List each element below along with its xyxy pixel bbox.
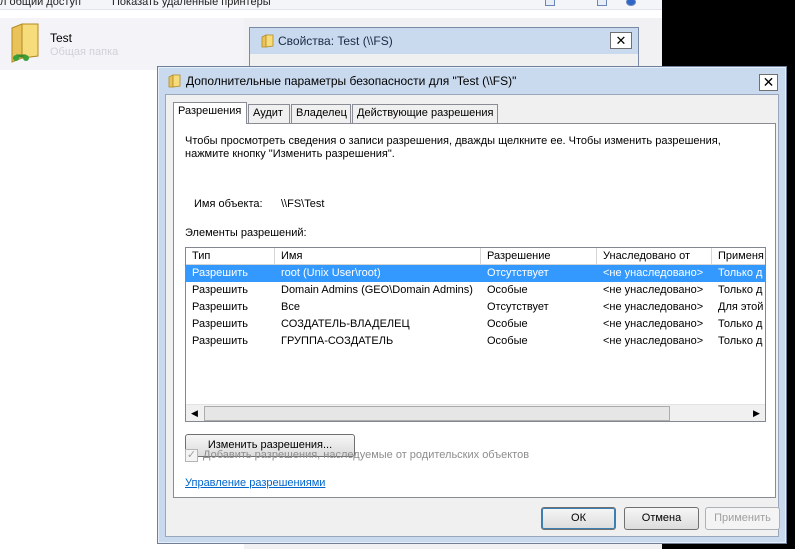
cell-apply-to: Только д — [718, 318, 763, 330]
advanced-security-dialog: Дополнительные параметры безопасности дл… — [157, 66, 787, 544]
horizontal-scrollbar[interactable]: ◀ ▶ — [186, 404, 765, 421]
cell-type: Разрешить — [192, 284, 248, 296]
view-icon[interactable] — [545, 0, 555, 6]
table-row[interactable]: Разрешить Domain Admins (GEO\Domain Admi… — [186, 282, 765, 299]
cell-type: Разрешить — [192, 301, 248, 313]
explorer-toolbar: л общий доступ Показать удаленные принте… — [0, 0, 662, 10]
cell-permission: Особые — [487, 335, 528, 347]
table-row[interactable]: Разрешить Все Отсутствует <не унаследова… — [186, 299, 765, 316]
inherit-permissions-checkbox[interactable]: ✓ — [185, 449, 198, 462]
object-name-label: Имя объекта: — [194, 198, 263, 210]
dialog-close-button[interactable]: ✕ — [759, 74, 778, 91]
cell-name: root (Unix User\root) — [281, 267, 381, 279]
description-text: Чтобы просмотреть сведения о записи разр… — [185, 135, 721, 160]
cell-name: СОЗДАТЕЛЬ-ВЛАДЕЛЕЦ — [281, 318, 410, 330]
cell-permission: Отсутствует — [487, 267, 549, 279]
properties-body — [250, 54, 638, 66]
shared-folder-icon — [11, 23, 39, 63]
table-row[interactable]: Разрешить ГРУППА-СОЗДАТЕЛЬ Особые <не ун… — [186, 333, 765, 350]
share-item-name: Test — [50, 31, 73, 45]
list-header: Тип Имя Разрешение Унаследовано от Приме… — [186, 248, 765, 265]
ok-button[interactable]: ОК — [541, 507, 616, 530]
permission-entries-list[interactable]: Тип Имя Разрешение Унаследовано от Приме… — [185, 247, 766, 422]
cell-permission: Отсутствует — [487, 301, 549, 313]
permissions-panel: Чтобы просмотреть сведения о записи разр… — [173, 123, 776, 498]
dialog-body: Разрешения Аудит Владелец Действующие ра… — [165, 94, 780, 537]
properties-close-button[interactable]: ✕ — [610, 32, 632, 49]
cell-type: Разрешить — [192, 335, 248, 347]
cell-permission: Особые — [487, 318, 528, 330]
permission-entries-label: Элементы разрешений: — [185, 227, 307, 239]
dialog-title: Дополнительные параметры безопасности дл… — [186, 74, 517, 88]
preview-pane-icon[interactable] — [597, 0, 607, 6]
apply-button[interactable]: Применить — [705, 507, 780, 530]
toolbar-sharing-link[interactable]: л общий доступ — [0, 0, 81, 8]
help-icon[interactable] — [626, 0, 636, 6]
cell-name: Все — [281, 301, 300, 313]
cell-inherited: <не унаследовано> — [603, 335, 704, 347]
scroll-right-arrow-icon[interactable]: ▶ — [748, 405, 765, 421]
cell-apply-to: Только д — [718, 267, 763, 279]
cell-inherited: <не унаследовано> — [603, 267, 704, 279]
column-header-apply-to[interactable]: Применя — [712, 248, 765, 265]
cell-permission: Особые — [487, 284, 528, 296]
properties-title: Свойства: Test (\\FS) — [278, 34, 393, 48]
cell-inherited: <не унаследовано> — [603, 284, 704, 296]
scroll-left-arrow-icon[interactable]: ◀ — [186, 405, 203, 421]
share-item-subtitle: Общая папка — [50, 46, 119, 58]
table-row[interactable]: Разрешить root (Unix User\root) Отсутств… — [186, 265, 765, 282]
cell-name: ГРУППА-СОЗДАТЕЛЬ — [281, 335, 394, 347]
column-header-inherited[interactable]: Унаследовано от — [597, 248, 712, 265]
tab-permissions[interactable]: Разрешения — [173, 102, 247, 124]
tab-audit[interactable]: Аудит — [248, 104, 290, 123]
folder-icon — [261, 34, 274, 48]
folder-icon — [168, 74, 181, 88]
table-row[interactable]: Разрешить СОЗДАТЕЛЬ-ВЛАДЕЛЕЦ Особые <не … — [186, 316, 765, 333]
properties-window: Свойства: Test (\\FS) ✕ — [249, 27, 639, 67]
cell-apply-to: Для этой — [718, 301, 764, 313]
cell-inherited: <не унаследовано> — [603, 301, 704, 313]
scrollbar-thumb[interactable] — [204, 406, 670, 421]
object-name-value: \\FS\Test — [281, 198, 325, 210]
column-header-type[interactable]: Тип — [186, 248, 275, 265]
cell-type: Разрешить — [192, 318, 248, 330]
column-header-name[interactable]: Имя — [275, 248, 481, 265]
cell-name: Domain Admins (GEO\Domain Admins) — [281, 284, 473, 296]
inherit-permissions-label: Добавить разрешения, наследуемые от роди… — [203, 449, 530, 461]
share-item-test[interactable]: Test Общая папка — [0, 18, 244, 70]
cell-type: Разрешить — [192, 267, 248, 279]
manage-permissions-link[interactable]: Управление разрешениями — [185, 477, 325, 489]
tab-owner[interactable]: Владелец — [291, 104, 351, 123]
cell-apply-to: Только д — [718, 335, 763, 347]
toolbar-show-printers-link[interactable]: Показать удаленные принтеры — [112, 0, 271, 8]
cell-apply-to: Только д — [718, 284, 763, 296]
cell-inherited: <не унаследовано> — [603, 318, 704, 330]
column-header-permission[interactable]: Разрешение — [481, 248, 597, 265]
tab-effective-permissions[interactable]: Действующие разрешения — [352, 104, 498, 123]
cancel-button[interactable]: Отмена — [624, 507, 699, 530]
